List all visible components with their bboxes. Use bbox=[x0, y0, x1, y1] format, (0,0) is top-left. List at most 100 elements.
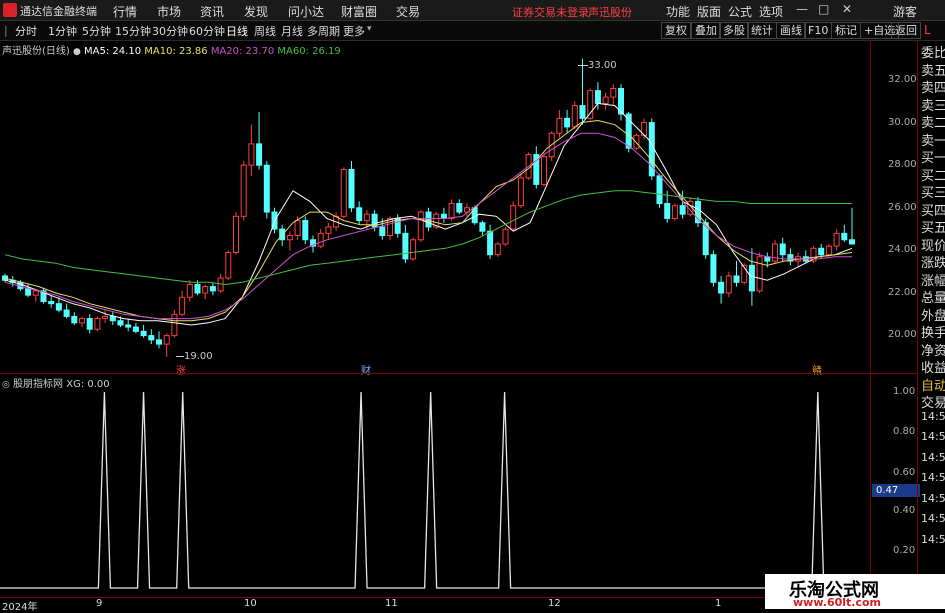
candle-body[interactable] bbox=[718, 281, 725, 294]
candle-body[interactable] bbox=[325, 226, 332, 234]
candle-body[interactable] bbox=[71, 315, 78, 324]
candle-body[interactable] bbox=[25, 288, 32, 296]
menu-item-zixun[interactable]: 资讯 bbox=[200, 3, 224, 20]
candle-body[interactable] bbox=[748, 264, 755, 292]
candle-body[interactable] bbox=[440, 213, 447, 219]
more-dropdown-icon[interactable]: ▾ bbox=[367, 24, 372, 34]
candle-body[interactable] bbox=[363, 213, 370, 222]
huaxian-button[interactable]: 画线 bbox=[776, 22, 806, 39]
candle-body[interactable] bbox=[286, 234, 293, 241]
period-1min[interactable]: 1分钟 bbox=[48, 23, 77, 39]
candle-body[interactable] bbox=[317, 232, 324, 247]
candle-body[interactable] bbox=[656, 175, 663, 205]
candle-body[interactable] bbox=[102, 315, 109, 320]
candle-body[interactable] bbox=[818, 247, 825, 256]
candle-body[interactable] bbox=[209, 286, 216, 292]
menu-item-faxian[interactable]: 发现 bbox=[244, 3, 268, 20]
candle-body[interactable] bbox=[356, 207, 363, 222]
candle-body[interactable] bbox=[117, 320, 124, 326]
tongji-button[interactable]: 统计 bbox=[747, 22, 777, 39]
candle-body[interactable] bbox=[594, 90, 601, 104]
candle-body[interactable] bbox=[772, 243, 778, 262]
menu-item-gongneng[interactable]: 功能 bbox=[666, 3, 690, 20]
candle-body[interactable] bbox=[63, 309, 70, 317]
candle-body[interactable] bbox=[94, 318, 101, 330]
side-toggle-l[interactable]: L bbox=[924, 23, 931, 37]
candle-body[interactable] bbox=[517, 177, 524, 207]
candle-body[interactable] bbox=[587, 90, 594, 119]
candle-body[interactable] bbox=[86, 318, 93, 330]
candle-body[interactable] bbox=[849, 239, 855, 245]
event-marker-gan[interactable]: 赣 bbox=[812, 362, 822, 377]
candle-body[interactable] bbox=[710, 254, 717, 283]
candle-body[interactable] bbox=[256, 143, 263, 166]
candle-body[interactable] bbox=[302, 220, 309, 241]
candle-body[interactable] bbox=[541, 156, 547, 185]
candle-body[interactable] bbox=[425, 211, 432, 228]
candle-body[interactable] bbox=[55, 303, 62, 311]
menu-item-hangqing[interactable]: 行情 bbox=[113, 3, 137, 20]
period-more[interactable]: 更多 bbox=[343, 23, 365, 39]
candle-body[interactable] bbox=[556, 117, 563, 134]
candle-body[interactable] bbox=[48, 301, 55, 305]
candle-body[interactable] bbox=[186, 283, 193, 298]
candle-body[interactable] bbox=[148, 335, 155, 341]
trade-login-notice[interactable]: 证券交易未登录 bbox=[512, 4, 589, 20]
candle-body[interactable] bbox=[841, 232, 848, 241]
candle-body[interactable] bbox=[225, 252, 232, 279]
candle-body[interactable] bbox=[79, 318, 85, 324]
minimize-icon[interactable]: — bbox=[796, 2, 808, 16]
candle-body[interactable] bbox=[502, 228, 509, 245]
duogu-button[interactable]: 多股 bbox=[719, 22, 749, 39]
candle-body[interactable] bbox=[756, 256, 763, 292]
candle-body[interactable] bbox=[402, 232, 409, 260]
candle-body[interactable] bbox=[571, 105, 578, 128]
candle-body[interactable] bbox=[456, 203, 463, 213]
period-multi[interactable]: 多周期 bbox=[307, 23, 340, 39]
candle-body[interactable] bbox=[171, 313, 178, 337]
candle-body[interactable] bbox=[825, 245, 832, 256]
candle-body[interactable] bbox=[263, 164, 270, 213]
candle-body[interactable] bbox=[248, 143, 255, 166]
candle-body[interactable] bbox=[410, 239, 417, 260]
menu-item-jiaoyi[interactable]: 交易 bbox=[396, 3, 420, 20]
biaoji-button[interactable]: 标记 bbox=[831, 22, 861, 39]
candle-body[interactable] bbox=[494, 243, 501, 256]
menu-item-caifuquan[interactable]: 财富圈 bbox=[341, 3, 377, 20]
candle-body[interactable] bbox=[579, 105, 586, 119]
candle-body[interactable] bbox=[664, 203, 671, 219]
candle-body[interactable] bbox=[671, 205, 678, 219]
candle-body[interactable] bbox=[32, 290, 39, 296]
candle-body[interactable] bbox=[340, 168, 347, 217]
candle-body[interactable] bbox=[109, 315, 116, 322]
candle-body[interactable] bbox=[602, 96, 609, 104]
user-label[interactable]: 游客 bbox=[893, 3, 917, 20]
fuquan-button[interactable]: 复权 bbox=[661, 22, 691, 39]
candlestick-chart[interactable] bbox=[0, 56, 915, 376]
collapse-handle-icon[interactable]: | bbox=[4, 24, 8, 37]
period-fenshi[interactable]: 分时 bbox=[15, 23, 37, 39]
back-button[interactable]: 返回 bbox=[891, 22, 921, 39]
close-icon[interactable]: ✕ bbox=[842, 2, 852, 16]
candle-body[interactable] bbox=[448, 203, 455, 219]
candle-body[interactable] bbox=[417, 211, 424, 241]
candle-body[interactable] bbox=[379, 226, 386, 236]
f10-button[interactable]: F10 bbox=[804, 22, 833, 39]
candle-body[interactable] bbox=[610, 88, 617, 98]
candle-body[interactable] bbox=[487, 230, 494, 256]
candle-body[interactable] bbox=[132, 326, 139, 332]
period-5min[interactable]: 5分钟 bbox=[82, 23, 111, 39]
period-60min[interactable]: 60分钟 bbox=[189, 23, 225, 39]
candle-body[interactable] bbox=[779, 243, 786, 256]
menu-item-banmian[interactable]: 版面 bbox=[697, 3, 721, 20]
candle-body[interactable] bbox=[233, 215, 239, 254]
menu-item-shichang[interactable]: 市场 bbox=[157, 3, 181, 20]
menu-item-wenxiaoda[interactable]: 问小达 bbox=[288, 3, 324, 20]
maximize-icon[interactable]: □ bbox=[818, 2, 829, 16]
candle-body[interactable] bbox=[125, 324, 132, 328]
event-marker-zhang[interactable]: 涨 bbox=[176, 362, 186, 377]
candle-body[interactable] bbox=[633, 134, 640, 149]
menu-item-gongshi[interactable]: 公式 bbox=[728, 3, 752, 20]
candle-body[interactable] bbox=[510, 205, 517, 230]
candle-body[interactable] bbox=[240, 164, 247, 217]
